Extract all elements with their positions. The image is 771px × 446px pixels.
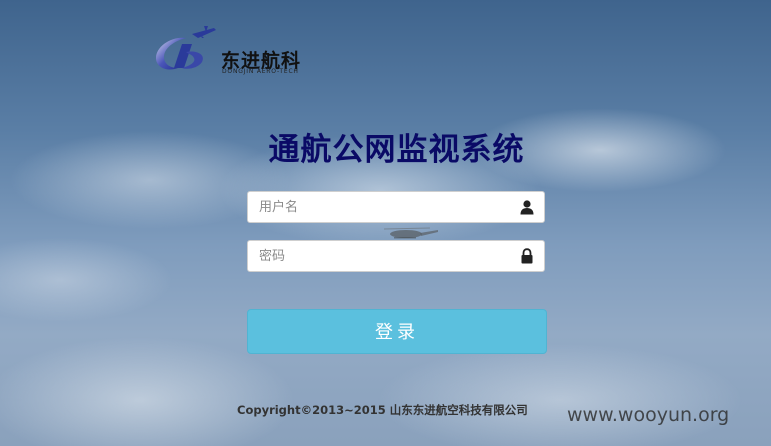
username-input[interactable] (248, 192, 508, 222)
lock-icon (521, 248, 533, 264)
username-field[interactable] (247, 191, 545, 223)
password-field[interactable] (247, 240, 545, 272)
user-icon (520, 200, 534, 215)
login-button[interactable]: 登录 (247, 309, 547, 354)
helicopter-image (384, 227, 438, 239)
company-logo: 东进航科 DONGJIN AERO-TECH (152, 24, 312, 76)
logo-subtitle: DONGJIN AERO-TECH (222, 68, 299, 75)
logo-emblem-icon (156, 26, 216, 70)
copyright-text: Copyright©2013~2015 山东东进航空科技有限公司 (237, 403, 528, 417)
page-title: 通航公网监视系统 (268, 132, 525, 168)
password-input[interactable] (248, 241, 508, 271)
watermark: www.wooyun.org (567, 404, 730, 426)
